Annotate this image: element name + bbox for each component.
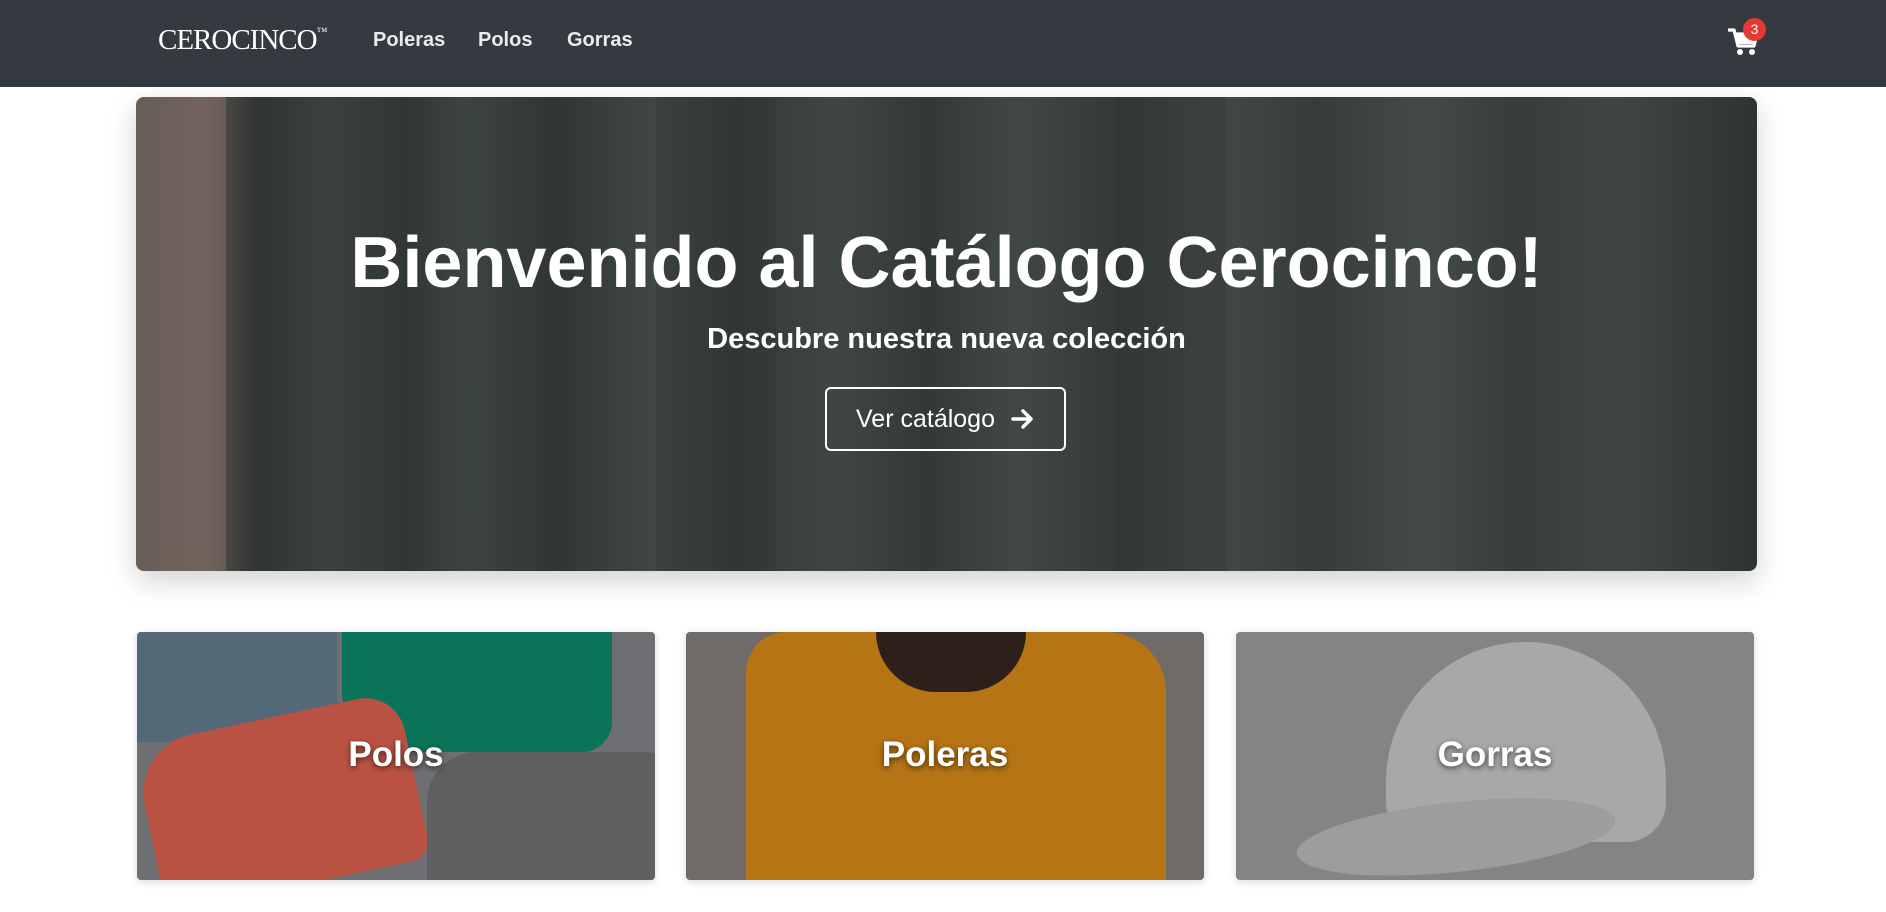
category-label-polos: Polos (348, 735, 444, 774)
hero-banner: Bienvenido al Catálogo Cerocinco! Descub… (136, 97, 1757, 571)
brand-trademark: ™ (316, 26, 328, 38)
top-navbar: CEROCINCO™ Poleras Polos Gorras 3 (0, 0, 1886, 87)
category-card-poleras[interactable]: Poleras (686, 632, 1204, 880)
nav-link-gorras[interactable]: Gorras (567, 29, 633, 52)
cart-count-badge: 3 (1743, 18, 1766, 41)
hero-subtitle: Descubre nuestra nueva colección (707, 323, 1186, 355)
brand-name: CEROCINCO (158, 24, 318, 56)
view-catalog-button[interactable]: Ver catálogo (825, 387, 1066, 451)
category-label-gorras: Gorras (1437, 735, 1553, 774)
category-card-gorras[interactable]: Gorras (1236, 632, 1754, 880)
hero-title: Bienvenido al Catálogo Cerocinco! (350, 223, 1543, 303)
category-card-polos[interactable]: Polos (137, 632, 655, 880)
nav-link-poleras[interactable]: Poleras (373, 29, 445, 52)
arrow-right-icon (1011, 409, 1033, 429)
category-label-poleras: Poleras (881, 735, 1009, 774)
view-catalog-label: Ver catálogo (856, 404, 995, 433)
brand-logo[interactable]: CEROCINCO™ (158, 24, 328, 57)
nav-link-polos[interactable]: Polos (478, 29, 532, 52)
